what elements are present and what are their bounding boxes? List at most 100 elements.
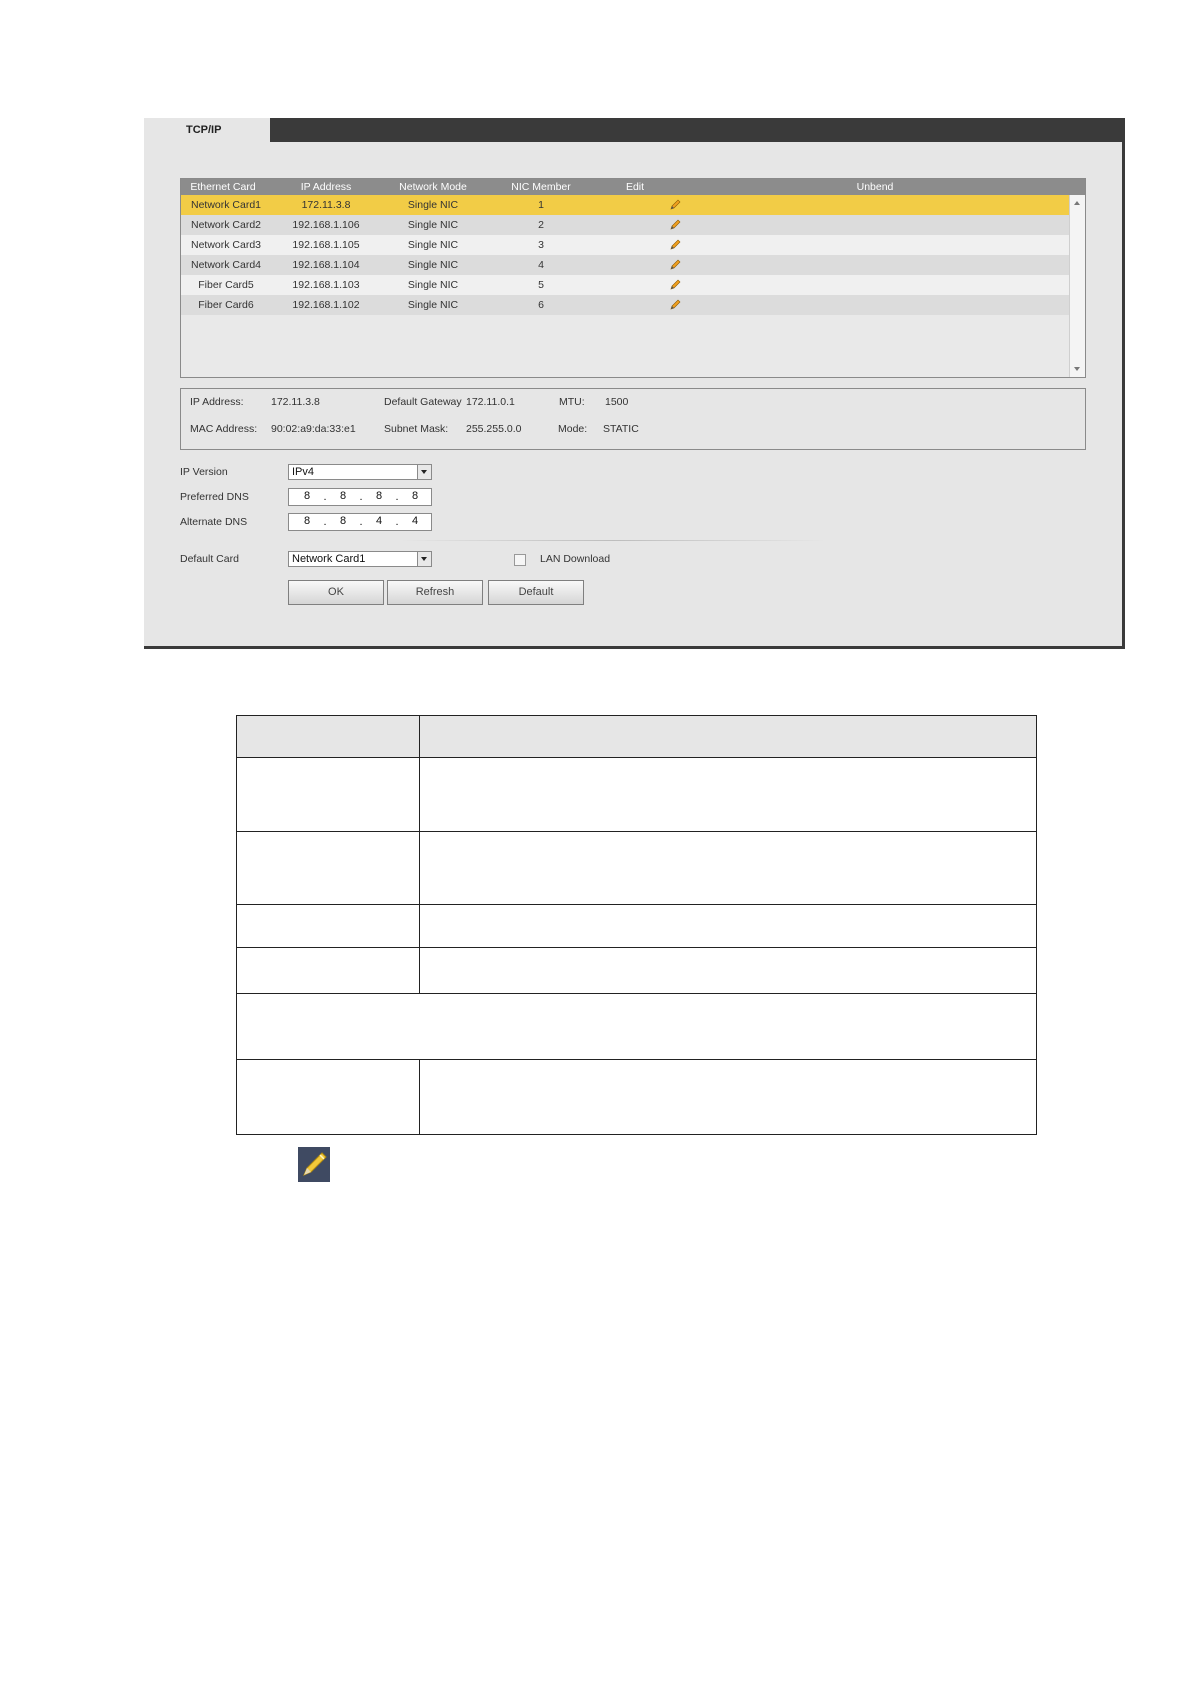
ip-octet[interactable]: 8 bbox=[295, 490, 319, 502]
cell-ip-address: 192.168.1.103 bbox=[292, 279, 360, 291]
pencil-icon[interactable] bbox=[669, 239, 681, 251]
column-header-unbend: Unbend bbox=[856, 181, 894, 193]
cell-ip-address: 192.168.1.106 bbox=[292, 219, 360, 231]
pencil-icon bbox=[298, 1147, 330, 1182]
pencil-icon[interactable] bbox=[669, 299, 681, 311]
ip-address-value: 172.11.3.8 bbox=[271, 396, 320, 408]
row-divider bbox=[237, 1059, 1036, 1060]
default-card-select[interactable]: Network Card1 bbox=[288, 551, 432, 567]
cell-network-mode: Single NIC bbox=[407, 299, 459, 311]
cell-network-mode: Single NIC bbox=[407, 279, 459, 291]
pencil-icon[interactable] bbox=[669, 259, 681, 271]
mac-address-label: MAC Address: bbox=[190, 423, 258, 435]
cell-ip-address: 172.11.3.8 bbox=[301, 199, 351, 211]
ip-octet[interactable]: 8 bbox=[331, 515, 355, 527]
row-divider bbox=[237, 831, 1036, 832]
title-bar bbox=[270, 118, 1122, 142]
column-header-ethernet-card: Ethernet Card bbox=[190, 181, 256, 193]
table-header bbox=[237, 716, 1036, 757]
column-header-network-mode: Network Mode bbox=[399, 181, 467, 193]
tcpip-settings-panel: TCP/IP Ethernet Card IP Address Network … bbox=[144, 118, 1125, 649]
preferred-dns-field[interactable]: 8 . 8 . 8 . 8 bbox=[288, 488, 432, 506]
refresh-button[interactable]: Refresh bbox=[387, 580, 483, 605]
cell-network-mode: Single NIC bbox=[407, 239, 459, 251]
octet-separator: . bbox=[395, 516, 399, 528]
subnet-mask-value: 255.255.0.0 bbox=[466, 423, 522, 435]
cell-ethernet-card: Network Card4 bbox=[190, 259, 262, 271]
mtu-label: MTU: bbox=[559, 396, 585, 408]
scroll-down-icon[interactable] bbox=[1074, 367, 1080, 371]
octet-separator: . bbox=[359, 516, 363, 528]
default-gateway-value: 172.11.0.1 bbox=[466, 396, 515, 408]
column-header-nic-member: NIC Member bbox=[511, 181, 571, 193]
default-gateway-label: Default Gateway bbox=[384, 396, 462, 408]
octet-separator: . bbox=[359, 491, 363, 503]
row-divider bbox=[237, 757, 1036, 758]
ethernet-card-table: Ethernet Card IP Address Network Mode NI… bbox=[180, 178, 1086, 378]
row-divider bbox=[237, 947, 1036, 948]
table-header: Ethernet Card IP Address Network Mode NI… bbox=[181, 179, 1085, 195]
parameter-description-table bbox=[236, 715, 1037, 1135]
default-card-label: Default Card bbox=[180, 553, 239, 565]
lan-download-checkbox[interactable] bbox=[514, 554, 526, 566]
cell-nic-member: 5 bbox=[538, 279, 544, 291]
pencil-icon[interactable] bbox=[669, 279, 681, 291]
table-row[interactable]: Network Card2 192.168.1.106 Single NIC 2 bbox=[181, 215, 1070, 235]
mtu-value: 1500 bbox=[605, 396, 629, 408]
cell-ethernet-card: Network Card1 bbox=[190, 199, 262, 211]
subnet-mask-label: Subnet Mask: bbox=[384, 423, 449, 435]
cell-nic-member: 2 bbox=[538, 219, 544, 231]
table-row[interactable]: Network Card3 192.168.1.105 Single NIC 3 bbox=[181, 235, 1070, 255]
row-divider bbox=[237, 993, 1036, 994]
column-header-ip-address: IP Address bbox=[300, 181, 352, 193]
ok-button[interactable]: OK bbox=[288, 580, 384, 605]
cell-network-mode: Single NIC bbox=[407, 199, 459, 211]
ip-version-select[interactable]: IPv4 bbox=[288, 464, 432, 480]
card-info-box: IP Address: 172.11.3.8 Default Gateway 1… bbox=[180, 388, 1086, 450]
ip-octet[interactable]: 8 bbox=[403, 490, 427, 502]
table-scrollbar[interactable] bbox=[1069, 195, 1085, 377]
cell-nic-member: 1 bbox=[538, 199, 544, 211]
cell-ethernet-card: Network Card3 bbox=[190, 239, 262, 251]
tab-tcpip[interactable]: TCP/IP bbox=[144, 118, 270, 142]
ip-version-label: IP Version bbox=[180, 466, 228, 478]
ip-address-label: IP Address: bbox=[190, 396, 244, 408]
octet-separator: . bbox=[395, 491, 399, 503]
ip-version-value: IPv4 bbox=[292, 466, 315, 478]
cell-network-mode: Single NIC bbox=[407, 219, 459, 231]
pencil-icon[interactable] bbox=[669, 219, 681, 231]
preferred-dns-label: Preferred DNS bbox=[180, 491, 249, 503]
chevron-down-icon[interactable] bbox=[417, 465, 431, 479]
table-row[interactable]: Fiber Card5 192.168.1.103 Single NIC 5 bbox=[181, 275, 1070, 295]
section-divider bbox=[400, 540, 826, 541]
cell-ip-address: 192.168.1.104 bbox=[292, 259, 360, 271]
chevron-down-icon[interactable] bbox=[417, 552, 431, 566]
column-header-edit: Edit bbox=[625, 181, 645, 193]
ip-octet[interactable]: 4 bbox=[403, 515, 427, 527]
cell-nic-member: 4 bbox=[538, 259, 544, 271]
column-divider bbox=[419, 1059, 420, 1135]
alternate-dns-label: Alternate DNS bbox=[180, 516, 248, 528]
cell-ethernet-card: Network Card2 bbox=[190, 219, 262, 231]
table-row[interactable]: Network Card1 172.11.3.8 Single NIC 1 bbox=[181, 195, 1070, 215]
ip-octet[interactable]: 8 bbox=[331, 490, 355, 502]
table-row[interactable]: Network Card4 192.168.1.104 Single NIC 4 bbox=[181, 255, 1070, 275]
table-row[interactable]: Fiber Card6 192.168.1.102 Single NIC 6 bbox=[181, 295, 1070, 315]
ip-octet[interactable]: 8 bbox=[367, 490, 391, 502]
ip-octet[interactable]: 8 bbox=[295, 515, 319, 527]
cell-ip-address: 192.168.1.105 bbox=[292, 239, 360, 251]
cell-nic-member: 6 bbox=[538, 299, 544, 311]
octet-separator: . bbox=[323, 516, 327, 528]
scroll-up-icon[interactable] bbox=[1074, 201, 1080, 205]
cell-ip-address: 192.168.1.102 bbox=[292, 299, 360, 311]
ip-octet[interactable]: 4 bbox=[367, 515, 391, 527]
cell-network-mode: Single NIC bbox=[407, 259, 459, 271]
column-divider bbox=[419, 716, 420, 993]
cell-nic-member: 3 bbox=[538, 239, 544, 251]
default-button[interactable]: Default bbox=[488, 580, 584, 605]
mode-label: Mode: bbox=[558, 423, 588, 435]
default-card-value: Network Card1 bbox=[292, 553, 366, 565]
pencil-icon[interactable] bbox=[669, 199, 681, 211]
cell-ethernet-card: Fiber Card5 bbox=[198, 279, 254, 291]
alternate-dns-field[interactable]: 8 . 8 . 4 . 4 bbox=[288, 513, 432, 531]
